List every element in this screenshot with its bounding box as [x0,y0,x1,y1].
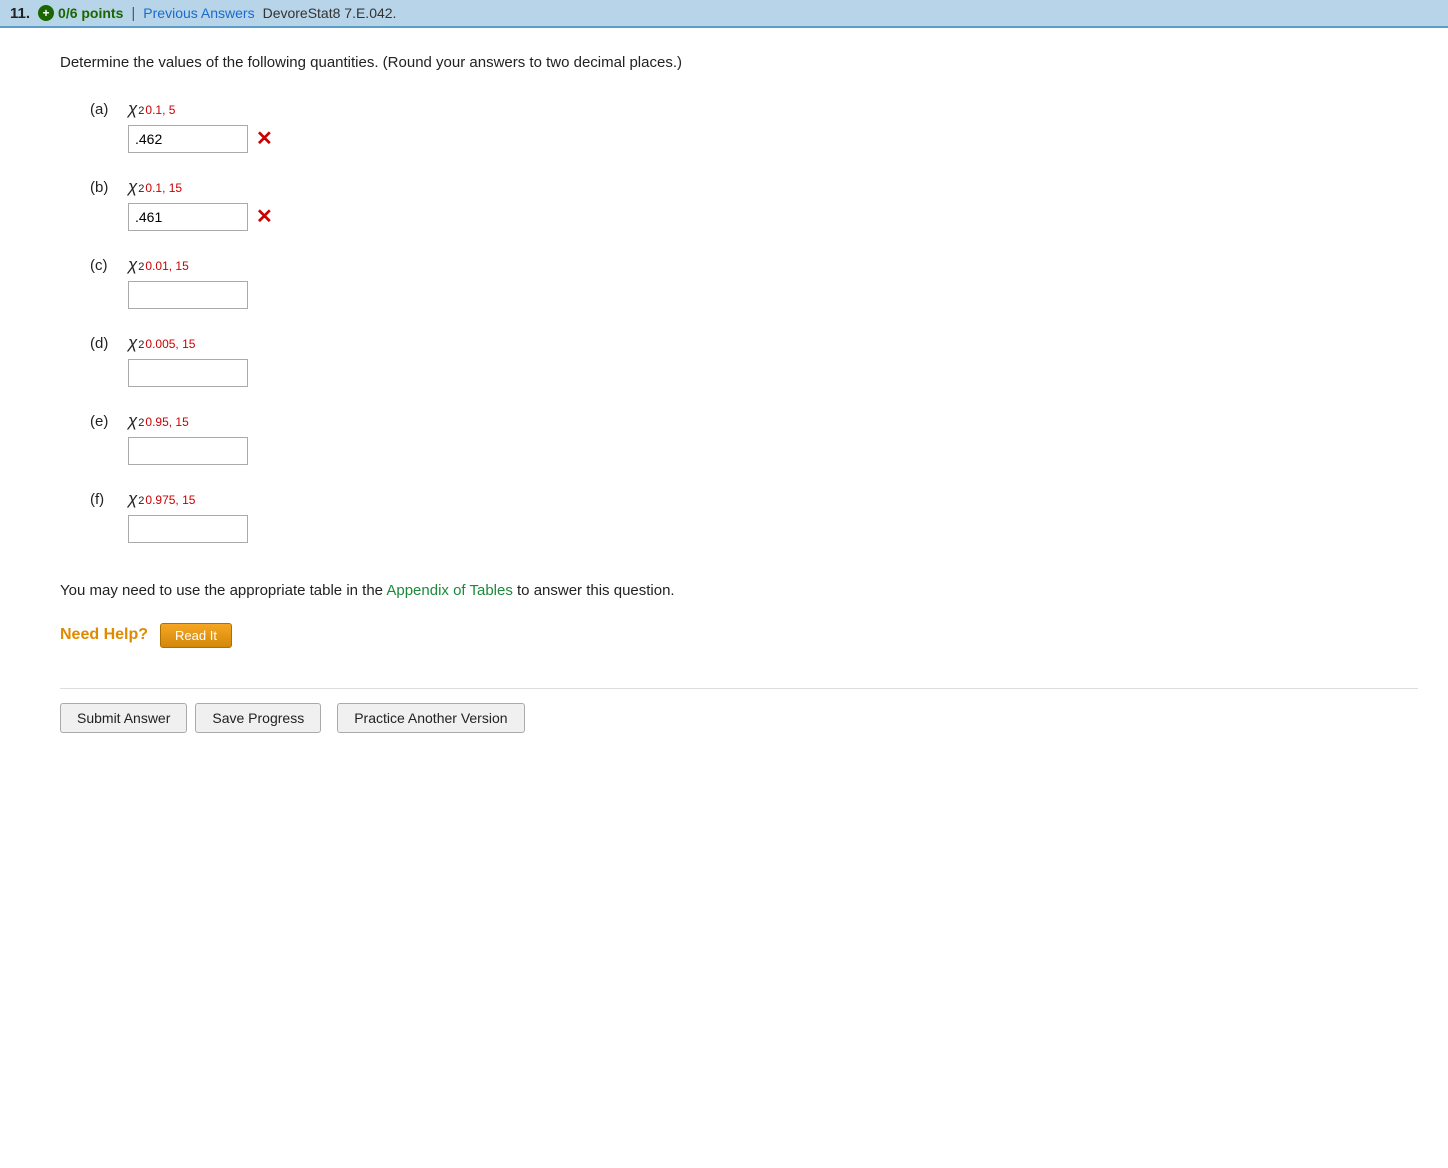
part-c-label-row: (c) χ20.01, 15 [90,255,1418,275]
chi-symbol-d: χ [128,333,137,353]
part-d-chi-expression: χ20.005, 15 [128,333,195,353]
chi-symbol-e: χ [128,411,137,431]
header-bar: 11. + 0/6 points | Previous Answers Devo… [0,0,1448,28]
bottom-buttons: Submit Answer Save Progress Practice Ano… [60,688,1418,733]
part-d: (d) χ20.005, 15 [90,333,1418,387]
need-help-row: Need Help? Read It [60,623,1418,648]
part-e-input[interactable] [128,437,248,465]
part-a-input-row: ✕ [128,125,1418,153]
points-text: 0/6 points [58,5,123,21]
separator: | [131,5,135,22]
chi-symbol-f: χ [128,489,137,509]
main-content: Determine the values of the following qu… [0,28,1448,753]
read-it-button[interactable]: Read It [160,623,232,648]
footnote-after: to answer this question. [513,582,675,599]
question-number: 11. [10,5,30,22]
chi-symbol-b: χ [128,177,137,197]
part-f-input[interactable] [128,515,248,543]
part-f-chi-expression: χ20.975, 15 [128,489,195,509]
part-a-label-row: (a) χ20.1, 5 [90,99,1418,119]
submit-answer-button[interactable]: Submit Answer [60,703,187,733]
footnote-text: You may need to use the appropriate tabl… [60,579,1418,603]
part-c-input-row [128,281,1418,309]
part-b: (b) χ20.1, 15 ✕ [90,177,1418,231]
part-e-letter: (e) [90,413,118,430]
part-d-input[interactable] [128,359,248,387]
part-f-input-row [128,515,1418,543]
part-c-chi-expression: χ20.01, 15 [128,255,189,275]
part-a-input[interactable] [128,125,248,153]
part-b-label-row: (b) χ20.1, 15 [90,177,1418,197]
part-b-input-row: ✕ [128,203,1418,231]
part-a: (a) χ20.1, 5 ✕ [90,99,1418,153]
part-f-label-row: (f) χ20.975, 15 [90,489,1418,509]
part-f-letter: (f) [90,491,118,508]
part-f: (f) χ20.975, 15 [90,489,1418,543]
part-a-wrong-icon: ✕ [256,129,273,149]
part-e: (e) χ20.95, 15 [90,411,1418,465]
part-d-label-row: (d) χ20.005, 15 [90,333,1418,353]
part-c-input[interactable] [128,281,248,309]
footnote-before: You may need to use the appropriate tabl… [60,582,386,599]
part-e-chi-expression: χ20.95, 15 [128,411,189,431]
part-a-letter: (a) [90,101,118,118]
chi-symbol-c: χ [128,255,137,275]
parts-container: (a) χ20.1, 5 ✕ (b) χ20.1, 15 ✕ [90,99,1418,543]
part-a-chi-expression: χ20.1, 5 [128,99,175,119]
points-badge: + 0/6 points [38,5,123,21]
part-e-label-row: (e) χ20.95, 15 [90,411,1418,431]
need-help-label: Need Help? [60,626,148,644]
save-progress-button[interactable]: Save Progress [195,703,321,733]
question-text: Determine the values of the following qu… [60,52,1418,75]
part-c: (c) χ20.01, 15 [90,255,1418,309]
part-b-wrong-icon: ✕ [256,207,273,227]
part-b-letter: (b) [90,179,118,196]
source-text: DevoreStat8 7.E.042. [263,5,397,21]
part-d-letter: (d) [90,335,118,352]
part-d-input-row [128,359,1418,387]
practice-another-version-button[interactable]: Practice Another Version [337,703,524,733]
part-b-input[interactable] [128,203,248,231]
plus-icon: + [38,5,54,21]
chi-symbol-a: χ [128,99,137,119]
appendix-link[interactable]: Appendix of Tables [386,582,512,599]
part-e-input-row [128,437,1418,465]
part-b-chi-expression: χ20.1, 15 [128,177,182,197]
part-c-letter: (c) [90,257,118,274]
previous-answers-link[interactable]: Previous Answers [143,5,254,21]
